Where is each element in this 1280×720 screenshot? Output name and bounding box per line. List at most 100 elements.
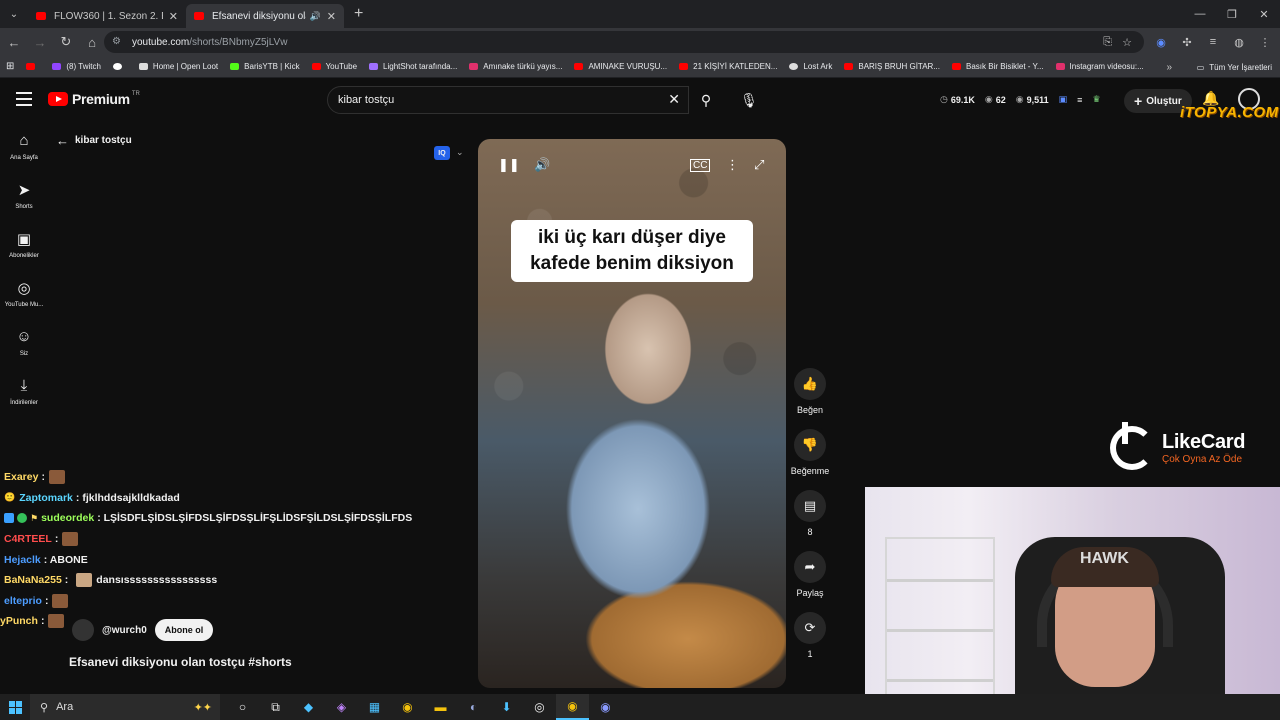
- remix-button[interactable]: ⟳ 1: [790, 612, 830, 659]
- restore-icon[interactable]: ❐: [1216, 0, 1248, 28]
- forward-icon[interactable]: →: [28, 30, 52, 54]
- home-icon[interactable]: ⌂: [80, 30, 104, 54]
- tab-close-icon[interactable]: ✕: [327, 10, 336, 23]
- clear-search-icon[interactable]: ✕: [668, 91, 680, 108]
- bookmark-twitch[interactable]: (8) Twitch: [46, 62, 107, 71]
- bookmark-google-icon[interactable]: [107, 63, 133, 70]
- sidebar-item-you[interactable]: ☺ Siz: [0, 318, 48, 367]
- bookmark-21kisi[interactable]: 21 KİŞİYİ KATLEDEN...: [673, 62, 783, 71]
- bookmarks-overflow-icon[interactable]: »: [1166, 56, 1172, 78]
- apps-grid-icon[interactable]: ⊞: [0, 61, 20, 72]
- share-button[interactable]: ➦ Paylaş: [790, 551, 830, 598]
- captions-icon[interactable]: CC: [690, 159, 711, 172]
- vpn-ext-icon[interactable]: ◍: [1230, 33, 1248, 51]
- dislike-button[interactable]: 👎 Beğenme: [790, 429, 830, 476]
- like-button[interactable]: 👍 Beğen: [790, 368, 830, 415]
- extensions-icon[interactable]: ✣: [1178, 33, 1196, 51]
- audio-playing-icon[interactable]: 🔊: [310, 11, 321, 22]
- chat-user: Hejaclk: [4, 553, 41, 566]
- video-title[interactable]: Efsanevi diksiyonu olan tostçu #shorts: [69, 655, 292, 669]
- minimize-icon[interactable]: —: [1184, 0, 1216, 28]
- discord-icon[interactable]: ◉: [589, 694, 622, 720]
- steam-icon[interactable]: ◐: [457, 694, 490, 720]
- caption-line: kafede benim diksiyon: [530, 253, 734, 274]
- windows-start-icon[interactable]: [0, 694, 30, 720]
- bookmark-lightshot[interactable]: LightShot tarafında...: [363, 62, 463, 71]
- youtube-premium-logo[interactable]: Premium TR: [48, 91, 140, 107]
- search-back-row[interactable]: ← kibar tostçu: [56, 133, 132, 148]
- microphone-icon[interactable]: 🎙: [734, 86, 764, 114]
- comments-button[interactable]: ▤ 8: [790, 490, 830, 537]
- task-view-icon[interactable]: ⧉: [259, 694, 292, 720]
- store-icon[interactable]: ▦: [358, 694, 391, 720]
- channel-name[interactable]: @wurch0: [102, 625, 147, 636]
- taskbar-search[interactable]: ⚲ Ara ✦✦: [30, 694, 220, 720]
- install-app-icon[interactable]: ⎘: [1103, 36, 1112, 49]
- tab-close-icon[interactable]: ✕: [169, 10, 178, 23]
- tab-efsanevi[interactable]: Efsanevi diksiyonu olan tostç 🔊 ✕: [186, 4, 344, 28]
- search-input[interactable]: kibar tostçu ✕: [327, 86, 689, 114]
- channel-avatar[interactable]: [72, 619, 94, 641]
- list-ext-icon[interactable]: ≡: [1077, 94, 1082, 105]
- chat-user: Zaptomark: [19, 491, 73, 504]
- app-icon-arrow[interactable]: ⬇: [490, 694, 523, 720]
- sidebar-item-home[interactable]: ⌂ Ana Sayfa: [0, 122, 48, 171]
- tab-flow360[interactable]: FLOW360 | 1. Sezon 2. Bölüm - ✕: [28, 4, 186, 28]
- pause-icon[interactable]: ❚❚: [498, 157, 520, 173]
- bookmark-instagram-2[interactable]: Instagram videosu:...: [1050, 62, 1150, 71]
- menu-icon[interactable]: [16, 92, 32, 106]
- bookmark-baris-gitar[interactable]: BARIŞ BRUH GİTAR...: [838, 62, 946, 71]
- bookmark-openloot[interactable]: Home | Open Loot: [133, 62, 224, 71]
- sidebar-item-subscriptions[interactable]: ▣ Abonelikler: [0, 220, 48, 269]
- media-control-icon[interactable]: ≡: [1204, 33, 1222, 51]
- file-explorer-icon[interactable]: ▬: [424, 694, 457, 720]
- subscribe-button[interactable]: Abone ol: [154, 619, 214, 641]
- chrome-icon[interactable]: ◉: [391, 694, 424, 720]
- search-icon[interactable]: ⚲: [689, 86, 723, 114]
- chrome-menu-icon[interactable]: ⋮: [1256, 33, 1274, 51]
- trophy-ext-icon[interactable]: ♛: [1092, 94, 1100, 105]
- obs-icon[interactable]: ◎: [523, 694, 556, 720]
- shorts-video-player[interactable]: ❚❚ 🔊 CC ⋮ ⤢ iki üç karı düşer diye kafed…: [478, 139, 786, 688]
- iq-ext-icon[interactable]: ▣: [1059, 94, 1068, 105]
- back-arrow-icon[interactable]: ←: [56, 133, 69, 148]
- bookmark-star-icon[interactable]: ☆: [1122, 36, 1132, 49]
- chrome-active-icon[interactable]: ◉: [556, 694, 589, 720]
- bookmark-lostark[interactable]: Lost Ark: [783, 62, 838, 71]
- thumbs-up-icon: 👍: [794, 368, 826, 400]
- profile-ext-icon[interactable]: ◉: [1152, 33, 1170, 51]
- reload-icon[interactable]: ↻: [54, 30, 78, 54]
- chair-brand-text: HAWK: [1080, 550, 1129, 567]
- back-icon[interactable]: ←: [2, 30, 26, 54]
- chat-emote-icon: [48, 614, 65, 629]
- url-domain: youtube.com: [132, 36, 190, 48]
- sidebar-item-shorts[interactable]: ➤ Shorts: [0, 171, 48, 220]
- app-icon-blue-diamond[interactable]: ◆: [292, 694, 325, 720]
- more-options-icon[interactable]: ⋮: [726, 157, 739, 173]
- bookmark-label: YouTube: [325, 62, 358, 71]
- new-tab-icon[interactable]: +: [354, 5, 363, 23]
- all-bookmarks[interactable]: ▭ Tüm Yer İşaretleri: [1197, 56, 1272, 78]
- share-label: Paylaş: [796, 588, 824, 598]
- bookmark-kick[interactable]: BarisYTB | Kick: [224, 62, 305, 71]
- site-info-icon[interactable]: ⚙: [112, 36, 124, 48]
- url-field[interactable]: ⚙ youtube.com/shorts/BNbmyZ5jLVw ⎘ ☆: [104, 31, 1144, 53]
- bookmark-instagram-1[interactable]: Amınake türkü yayıs...: [463, 62, 568, 71]
- bookmark-bisiklet[interactable]: Basık Bir Bisiklet - Y...: [946, 62, 1050, 71]
- bookmarks-bar: ⊞ (8) Twitch Home | Open Loot BarisYTB |…: [0, 56, 1280, 78]
- stat-value: 69.1K: [950, 94, 975, 105]
- sidebar-item-downloads[interactable]: ⤓ İndirilenler: [0, 367, 48, 416]
- fullscreen-icon[interactable]: ⤢: [754, 157, 764, 173]
- close-window-icon[interactable]: ✕: [1248, 0, 1280, 28]
- cortana-icon[interactable]: ○: [226, 694, 259, 720]
- volume-icon[interactable]: 🔊: [534, 157, 550, 173]
- iq-badge[interactable]: IQ: [434, 146, 450, 160]
- bookmark-aminake[interactable]: AMINAKE VURUŞU...: [568, 62, 673, 71]
- tab-search-menu-icon[interactable]: ⌄: [0, 0, 28, 28]
- chevron-down-icon[interactable]: ⌄: [456, 147, 464, 158]
- bookmark-youtube[interactable]: YouTube: [306, 62, 363, 71]
- logo-word: Premium: [72, 91, 130, 107]
- copilot-icon[interactable]: ◈: [325, 694, 358, 720]
- bookmark-youtube-icon[interactable]: [20, 63, 46, 70]
- sidebar-item-youtube-music[interactable]: ◎ YouTube Mu...: [0, 269, 48, 318]
